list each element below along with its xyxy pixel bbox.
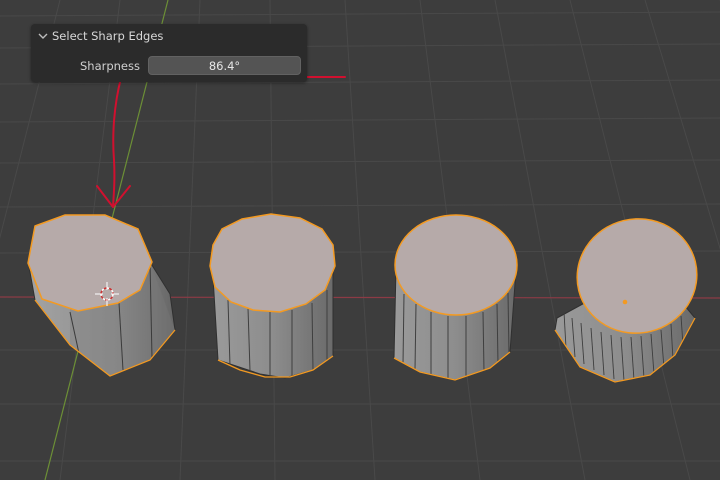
panel-title: Select Sharp Edges (52, 29, 164, 43)
cylinder-32-sides[interactable] (554, 206, 709, 383)
chevron-down-icon[interactable] (37, 30, 49, 42)
sharpness-label: Sharpness (79, 59, 140, 73)
annotation-arrow (77, 76, 346, 208)
cylinder-12-sides[interactable] (209, 213, 336, 379)
sharpness-field[interactable]: 86.4° (148, 56, 301, 75)
cylinder-16-sides[interactable] (393, 214, 518, 381)
panel-header[interactable]: Select Sharp Edges (31, 24, 307, 48)
origin-dot (622, 299, 628, 305)
operator-redo-panel[interactable]: Select Sharp Edges Sharpness 86.4° (31, 24, 307, 82)
cylinder-16-top-face (394, 214, 518, 316)
cylinder-12-top-face (209, 213, 336, 313)
